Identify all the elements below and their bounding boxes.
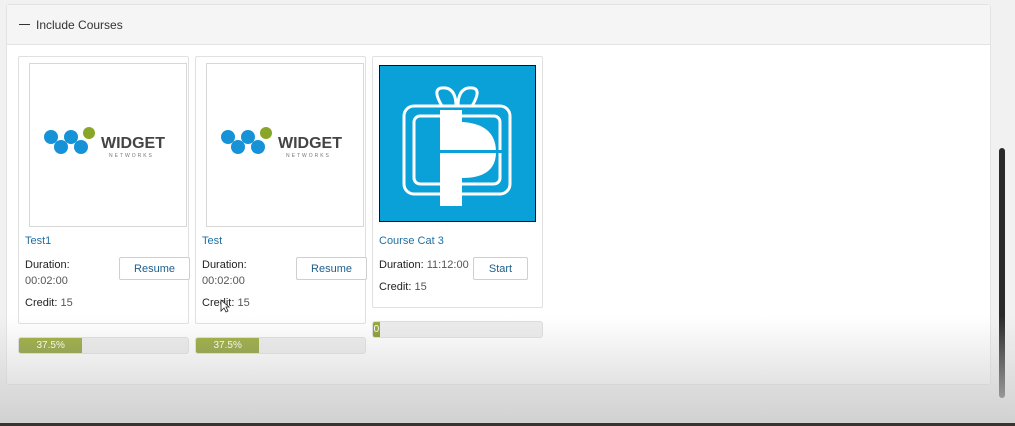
course-thumbnail[interactable]: WIDGET NETWORKS xyxy=(29,63,187,227)
credit-info: Credit: 15 xyxy=(379,281,427,293)
scrollbar-thumb[interactable] xyxy=(999,148,1005,398)
course-card: Course Cat 3 Duration: 11:12:00 Credit: … xyxy=(372,56,543,308)
mouse-cursor-icon xyxy=(220,299,230,313)
course-progress-bar: 37.5% xyxy=(18,337,189,354)
duration-info: Duration: 00:02:00 xyxy=(25,259,70,287)
logo-text: WIDGET xyxy=(101,135,165,152)
resume-button[interactable]: Resume xyxy=(296,257,367,280)
course-thumbnail[interactable]: WIDGET NETWORKS xyxy=(206,63,364,227)
course-progress-bar: 37.5% xyxy=(195,337,366,354)
course-title[interactable]: Course Cat 3 xyxy=(379,235,444,247)
progress-fill: 37.5% xyxy=(19,338,83,353)
resume-button[interactable]: Resume xyxy=(119,257,190,280)
widget-networks-logo: WIDGET NETWORKS xyxy=(44,127,165,159)
gift-icon xyxy=(380,66,535,221)
course-thumbnail[interactable] xyxy=(379,65,536,222)
page-scrollbar[interactable] xyxy=(999,0,1005,398)
logo-subtext: NETWORKS xyxy=(109,153,154,159)
duration-info: Duration: 11:12:00 xyxy=(379,259,469,271)
course-title[interactable]: Test xyxy=(202,235,222,247)
start-button[interactable]: Start xyxy=(473,257,528,280)
widget-networks-logo: WIDGET NETWORKS xyxy=(221,127,342,159)
progress-fill: 0 xyxy=(373,322,380,337)
logo-text: WIDGET xyxy=(278,135,342,152)
collapse-minus-icon[interactable] xyxy=(19,24,30,25)
panel-header[interactable]: Include Courses xyxy=(7,5,990,45)
section-title: Include Courses xyxy=(36,17,123,32)
course-title[interactable]: Test1 xyxy=(25,235,51,247)
progress-fill: 37.5% xyxy=(196,338,260,353)
course-card: WIDGET NETWORKS Test Duration: 00:02:00 … xyxy=(195,56,367,324)
logo-subtext: NETWORKS xyxy=(286,153,331,159)
credit-info: Credit: 15 xyxy=(25,297,73,309)
duration-info: Duration: 00:02:00 xyxy=(202,259,247,287)
course-progress-bar: 0 xyxy=(372,321,543,338)
course-card: WIDGET NETWORKS Test1 Duration: 00:02:00… xyxy=(18,56,190,324)
